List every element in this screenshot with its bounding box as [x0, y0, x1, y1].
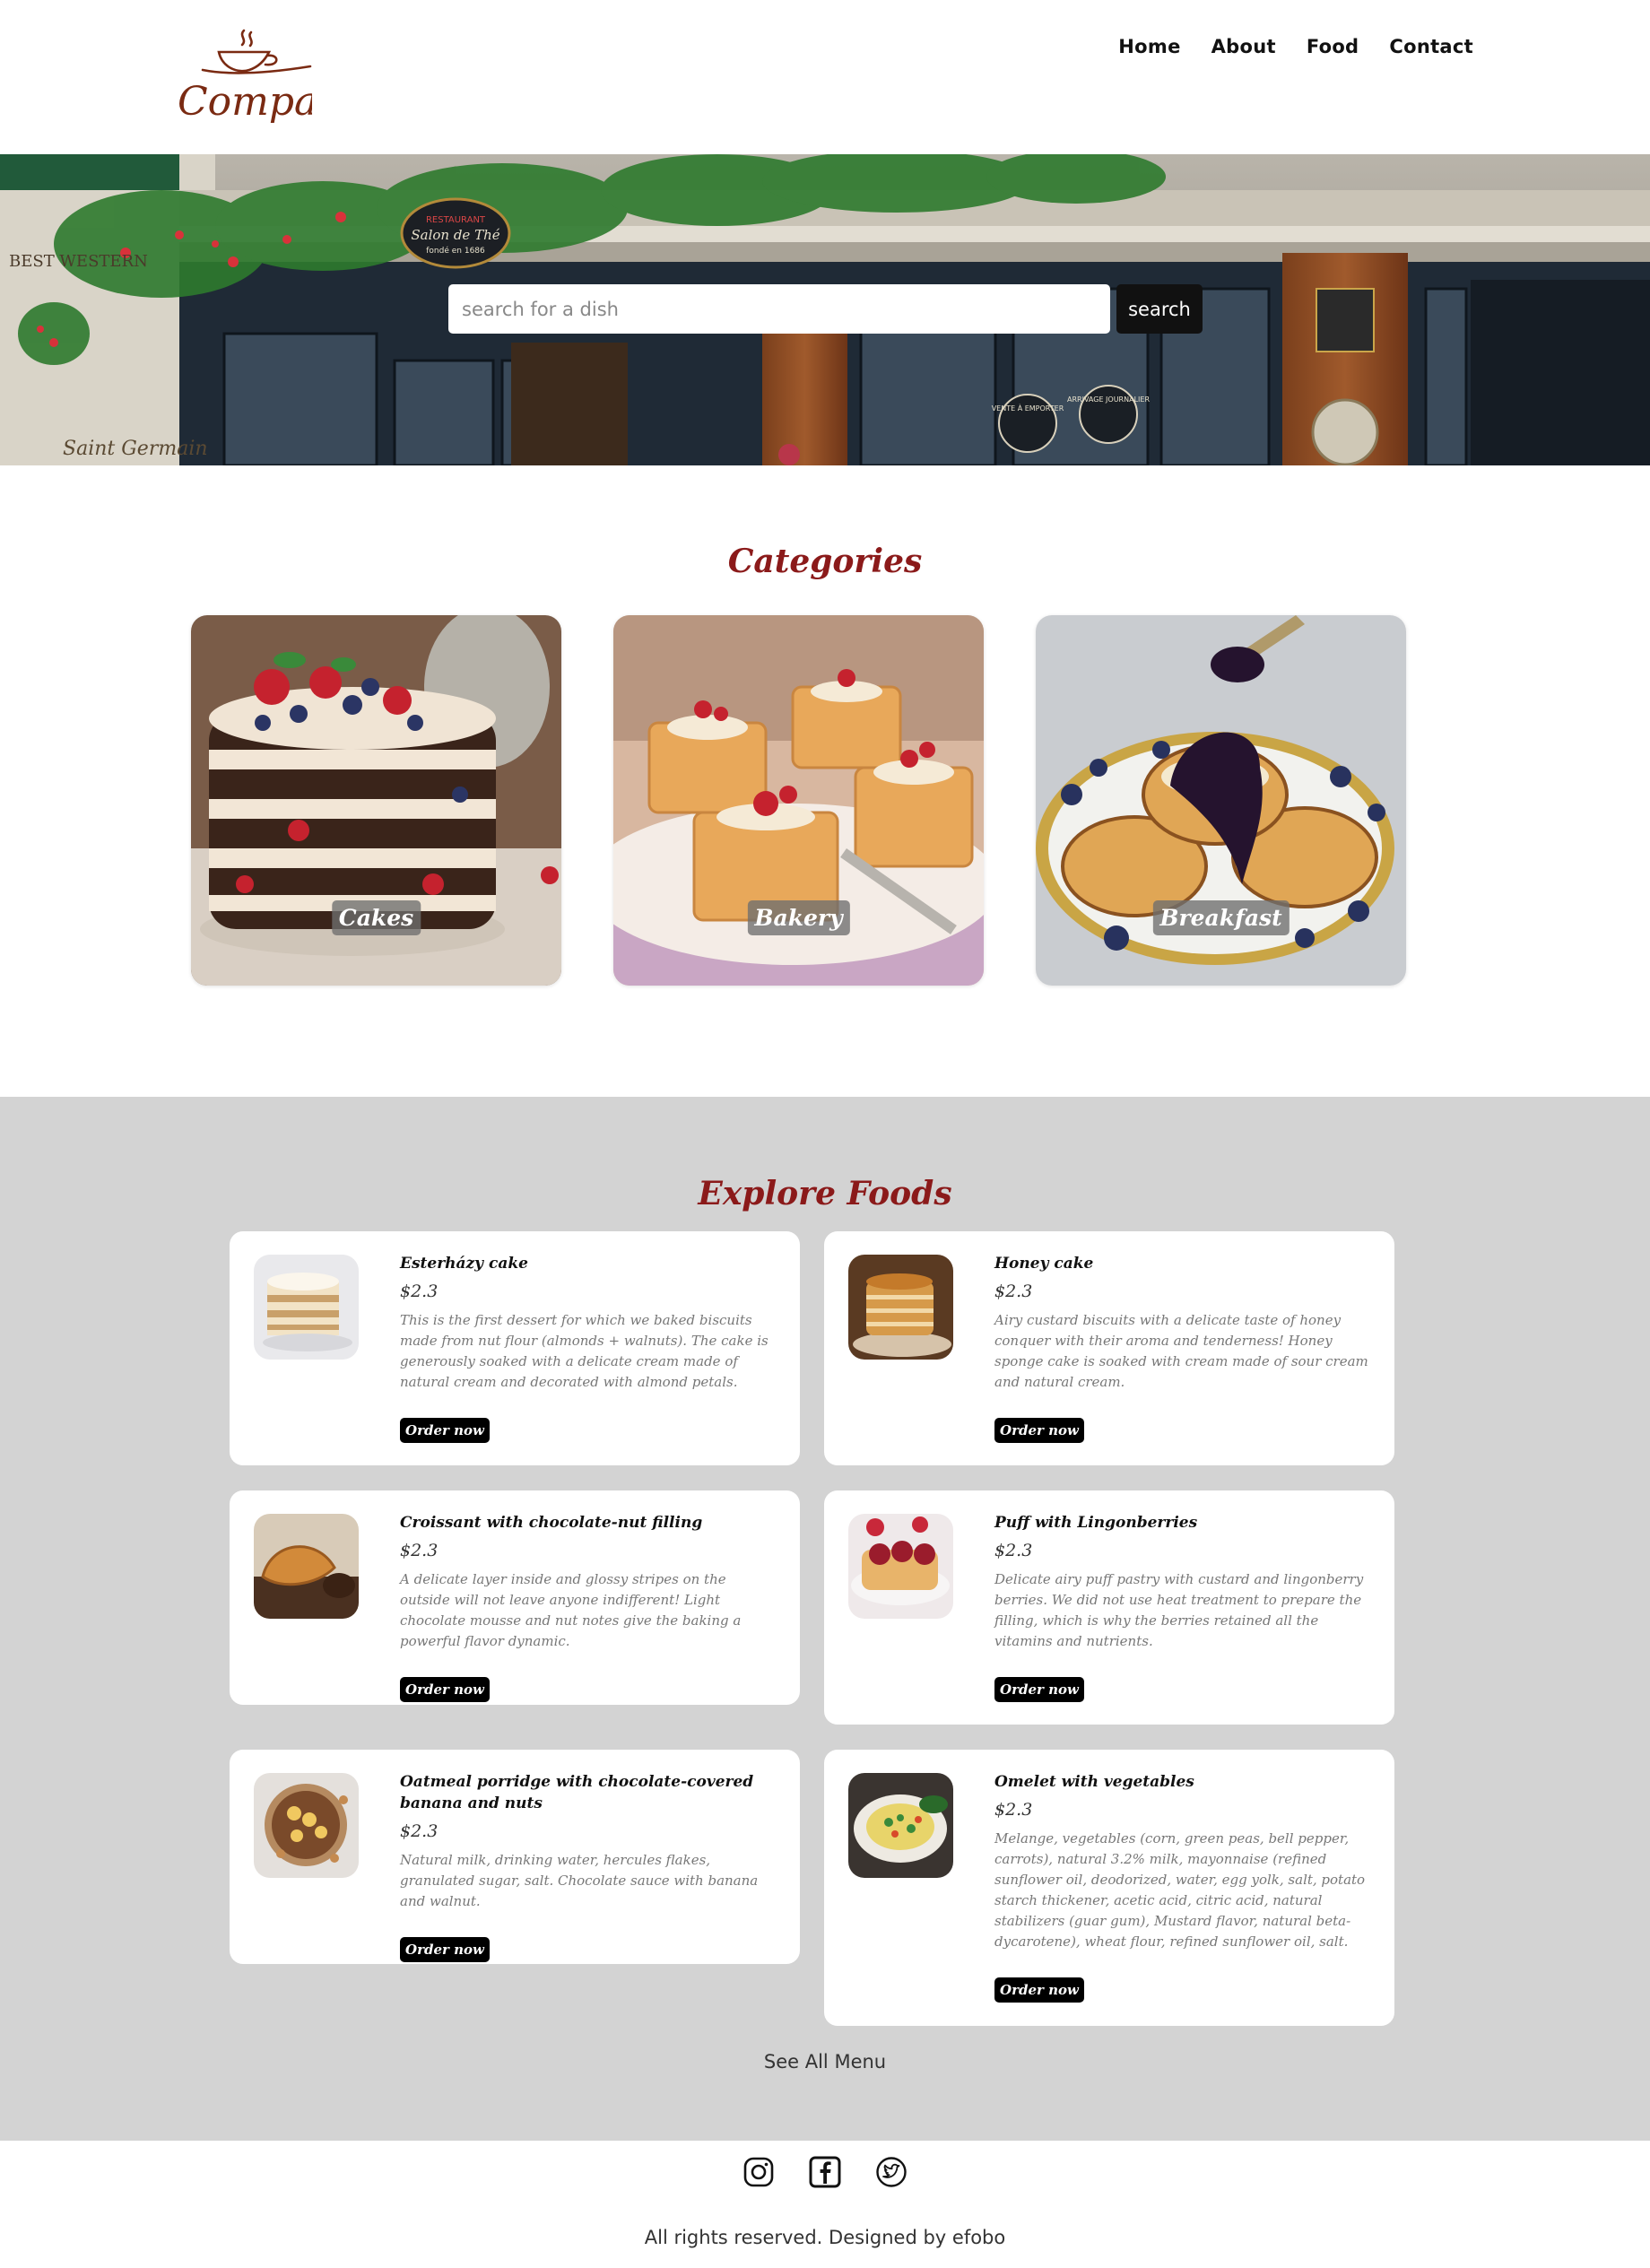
food-details: Omelet with vegetables $2.3 Melange, veg…: [994, 1771, 1369, 2003]
nav-food[interactable]: Food: [1307, 36, 1359, 57]
svg-text:VENTE À EMPORTER: VENTE À EMPORTER: [992, 403, 1064, 413]
category-card-cakes[interactable]: Cakes: [191, 615, 561, 986]
food-price: $2.3: [400, 1541, 439, 1560]
category-card-breakfast[interactable]: Breakfast: [1036, 615, 1406, 986]
svg-text:ARRIVAGE JOURNALIER: ARRIVAGE JOURNALIER: [1067, 395, 1150, 404]
croissant-image: [254, 1514, 359, 1619]
nav-home[interactable]: Home: [1118, 36, 1180, 57]
coffee-cup-logo-icon: Company: [178, 29, 312, 124]
food-name: Oatmeal porridge with chocolate-covered …: [400, 1773, 754, 1812]
category-label: Bakery: [747, 900, 850, 935]
explore-title: Explore Foods: [698, 1175, 952, 1212]
category-card-bakery[interactable]: Bakery: [613, 615, 984, 986]
food-card: Omelet with vegetables $2.3 Melange, veg…: [824, 1750, 1394, 2026]
food-card: Croissant with chocolate-nut filling $2.…: [230, 1490, 800, 1705]
food-details: Honey cake $2.3 Airy custard biscuits wi…: [994, 1253, 1369, 1443]
food-price: $2.3: [400, 1821, 439, 1841]
search-input[interactable]: [448, 284, 1110, 334]
social-links: [0, 2156, 1650, 2188]
food-description: This is the first dessert for which we b…: [400, 1312, 769, 1390]
instagram-icon[interactable]: [742, 2156, 775, 2188]
category-label: Cakes: [331, 900, 421, 935]
food-name: Puff with Lingonberries: [994, 1514, 1198, 1532]
svg-text:Salon de Thé: Salon de Thé: [411, 227, 499, 243]
food-card: Puff with Lingonberries $2.3 Delicate ai…: [824, 1490, 1394, 1725]
svg-text:Saint Germain: Saint Germain: [63, 438, 208, 460]
svg-text:Company: Company: [178, 79, 312, 124]
order-now-button[interactable]: Order now: [400, 1418, 490, 1443]
food-name: Honey cake: [994, 1255, 1094, 1273]
food-details: Esterházy cake $2.3 This is the first de…: [400, 1253, 775, 1443]
facebook-icon[interactable]: [809, 2156, 841, 2188]
food-details: Oatmeal porridge with chocolate-covered …: [400, 1771, 775, 1962]
food-details: Croissant with chocolate-nut filling $2.…: [400, 1512, 775, 1702]
lingonberry-puff-image: [848, 1514, 953, 1619]
svg-text:RESTAURANT: RESTAURANT: [426, 215, 486, 225]
food-name: Croissant with chocolate-nut filling: [400, 1514, 703, 1532]
esterhazy-cake-image: [254, 1255, 359, 1360]
order-now-button[interactable]: Order now: [994, 1977, 1084, 2003]
copyright-text: All rights reserved. Designed by efobo: [644, 2227, 1006, 2248]
food-price: $2.3: [400, 1282, 439, 1301]
nav-contact[interactable]: Contact: [1389, 36, 1473, 57]
order-now-button[interactable]: Order now: [994, 1677, 1084, 1702]
categories-title: Categories: [727, 543, 923, 580]
food-price: $2.3: [994, 1541, 1033, 1560]
food-description: Delicate airy puff pastry with custard a…: [994, 1571, 1364, 1649]
company-logo[interactable]: Company: [176, 27, 312, 124]
food-card: Esterházy cake $2.3 This is the first de…: [230, 1231, 800, 1465]
honey-cake-image: [848, 1255, 953, 1360]
food-card: Honey cake $2.3 Airy custard biscuits wi…: [824, 1231, 1394, 1465]
food-card: Oatmeal porridge with chocolate-covered …: [230, 1750, 800, 1964]
food-price: $2.3: [994, 1800, 1033, 1820]
food-price: $2.3: [994, 1282, 1033, 1301]
food-name: Esterházy cake: [400, 1255, 528, 1273]
food-description: Melange, vegetables (corn, green peas, b…: [994, 1830, 1366, 1950]
category-label: Breakfast: [1152, 900, 1290, 935]
food-details: Puff with Lingonberries $2.3 Delicate ai…: [994, 1512, 1369, 1702]
search-button[interactable]: search: [1116, 284, 1203, 334]
main-nav: Home About Food Contact: [1118, 36, 1473, 57]
svg-text:fondé en 1686: fondé en 1686: [426, 246, 485, 256]
food-description: A delicate layer inside and glossy strip…: [400, 1571, 742, 1649]
food-description: Airy custard biscuits with a delicate ta…: [994, 1312, 1368, 1390]
order-now-button[interactable]: Order now: [994, 1418, 1084, 1443]
order-now-button[interactable]: Order now: [400, 1937, 490, 1962]
twitter-icon[interactable]: [875, 2156, 908, 2188]
see-all-menu-link[interactable]: See All Menu: [0, 2051, 1650, 2072]
nav-about[interactable]: About: [1211, 36, 1276, 57]
site-header: Company Home About Food Contact: [0, 0, 1650, 154]
omelet-image: [848, 1773, 953, 1878]
oatmeal-porridge-image: [254, 1773, 359, 1878]
hero-banner: RESTAURANT Salon de Thé fondé en 1686 VE…: [0, 154, 1650, 465]
food-description: Natural milk, drinking water, hercules f…: [400, 1852, 759, 1909]
svg-text:BEST WESTERN: BEST WESTERN: [9, 252, 148, 271]
order-now-button[interactable]: Order now: [400, 1677, 490, 1702]
search-bar: search: [448, 284, 1203, 334]
food-name: Omelet with vegetables: [994, 1773, 1194, 1791]
